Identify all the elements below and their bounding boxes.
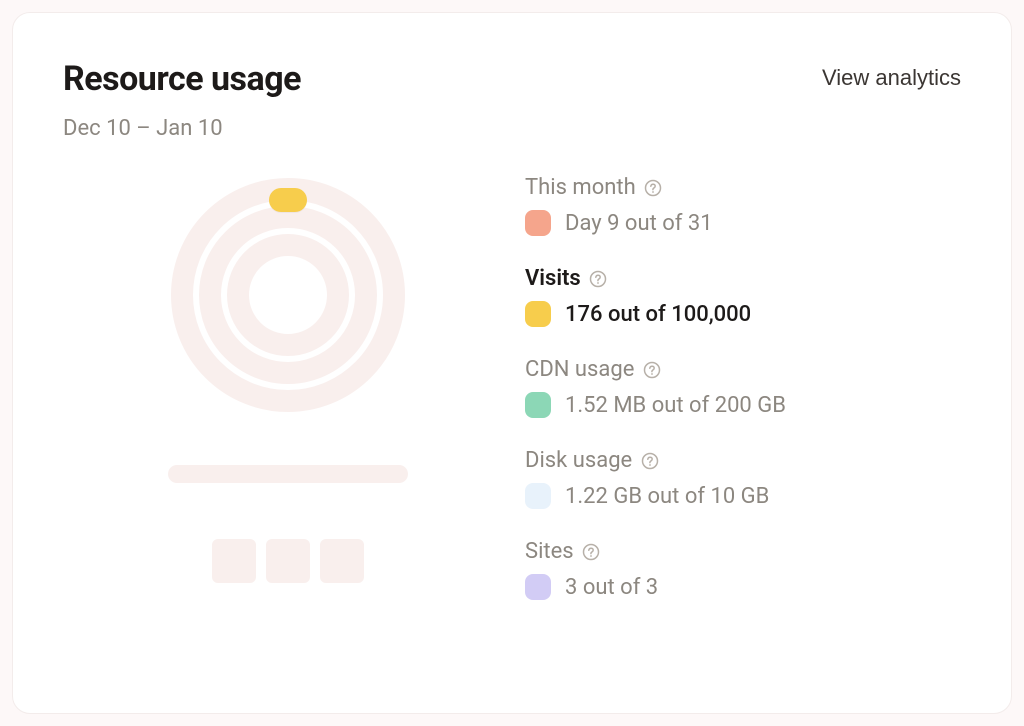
- metric-value: 176 out of 100,000: [565, 302, 751, 327]
- metric-value-row: 176 out of 100,000: [525, 301, 961, 327]
- rings-icon: [170, 177, 406, 413]
- metric-value-row: 1.52 MB out of 200 GB: [525, 392, 961, 418]
- color-swatch-cdn: [525, 392, 551, 418]
- metric-value-row: Day 9 out of 31: [525, 210, 961, 236]
- metric-disk: Disk usage 1.22 GB out of 10 GB: [525, 448, 961, 509]
- site-block: [266, 539, 310, 583]
- metric-label-row: Sites: [525, 539, 961, 564]
- metric-sites: Sites 3 out of 3: [525, 539, 961, 600]
- metric-value: 3 out of 3: [565, 575, 658, 600]
- help-icon[interactable]: [640, 451, 659, 470]
- metric-value: 1.52 MB out of 200 GB: [565, 393, 786, 418]
- card-title: Resource usage: [63, 61, 301, 98]
- metric-value-row: 3 out of 3: [525, 574, 961, 600]
- metric-value: 1.22 GB out of 10 GB: [565, 484, 769, 509]
- color-swatch-disk: [525, 483, 551, 509]
- site-block: [212, 539, 256, 583]
- metric-visits: Visits 176 out of 100,000: [525, 266, 961, 327]
- metric-value-row: 1.22 GB out of 10 GB: [525, 483, 961, 509]
- metric-label-row: CDN usage: [525, 357, 961, 382]
- sites-blocks: [212, 539, 364, 583]
- help-icon[interactable]: [582, 542, 601, 561]
- metric-label-row: This month: [525, 175, 961, 200]
- metric-month: This month Day 9 out of 31: [525, 175, 961, 236]
- usage-visual-column: [63, 175, 513, 600]
- metric-cdn: CDN usage 1.52 MB out of 200 GB: [525, 357, 961, 418]
- metric-value: Day 9 out of 31: [565, 211, 713, 236]
- metric-label-row: Visits: [525, 266, 961, 291]
- usage-rings: [170, 177, 406, 413]
- color-swatch-sites: [525, 574, 551, 600]
- help-icon[interactable]: [642, 360, 661, 379]
- metric-label: Disk usage: [525, 448, 632, 473]
- date-range: Dec 10 – Jan 10: [63, 116, 961, 141]
- card-header: Resource usage View analytics: [63, 61, 961, 98]
- metric-label-row: Disk usage: [525, 448, 961, 473]
- metric-label: CDN usage: [525, 357, 634, 382]
- view-analytics-button[interactable]: View analytics: [822, 61, 961, 91]
- metric-label: This month: [525, 175, 636, 200]
- color-swatch-month: [525, 210, 551, 236]
- visits-ring-marker: [269, 188, 307, 212]
- month-progress-bar: [168, 465, 408, 483]
- resource-usage-card: Resource usage View analytics Dec 10 – J…: [12, 12, 1012, 714]
- site-block: [320, 539, 364, 583]
- metric-list: This month Day 9 out of 31 Visits: [513, 175, 961, 600]
- metric-label: Visits: [525, 266, 581, 291]
- metric-label: Sites: [525, 539, 574, 564]
- help-icon[interactable]: [644, 178, 663, 197]
- help-icon[interactable]: [589, 269, 608, 288]
- color-swatch-visits: [525, 301, 551, 327]
- card-body: This month Day 9 out of 31 Visits: [63, 175, 961, 600]
